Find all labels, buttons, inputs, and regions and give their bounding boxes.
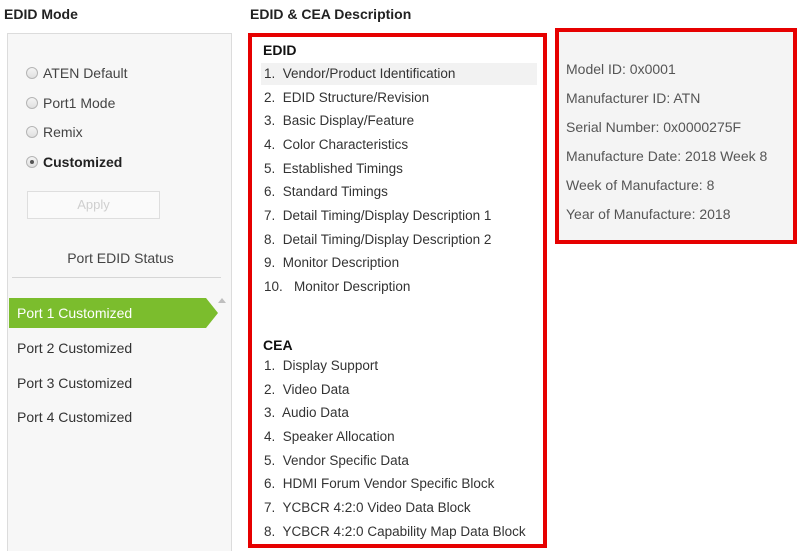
item-number: 6. — [264, 476, 276, 491]
mode-label: Customized — [43, 154, 123, 170]
radio-icon[interactable] — [26, 67, 38, 79]
item-number: 1. — [264, 66, 276, 81]
item-label: Monitor Description — [294, 279, 411, 294]
item-label: EDID Structure/Revision — [282, 90, 430, 105]
edid-item-5[interactable]: 5. Established Timings — [261, 158, 537, 180]
mode-radio-customized[interactable]: Customized — [26, 154, 122, 170]
item-label: Basic Display/Feature — [282, 113, 415, 128]
edid-group-title: EDID — [263, 42, 297, 58]
item-number: 8. — [264, 524, 276, 539]
cea-item-8[interactable]: 8. YCBCR 4:2:0 Capability Map Data Block — [261, 521, 537, 543]
cea-item-1[interactable]: 1. Display Support — [261, 355, 537, 377]
edid-item-3[interactable]: 3. Basic Display/Feature — [261, 110, 537, 132]
item-number: 9. — [264, 255, 276, 270]
edid-item-10[interactable]: 10. Monitor Description — [261, 276, 537, 298]
item-label: Detail Timing/Display Description 2 — [282, 232, 492, 247]
edid-item-7[interactable]: 7. Detail Timing/Display Description 1 — [261, 205, 537, 227]
item-number: 6. — [264, 184, 276, 199]
cea-group-title: CEA — [263, 337, 293, 353]
mode-radio-port1-mode[interactable]: Port1 Mode — [26, 95, 115, 111]
item-label: Audio Data — [282, 405, 349, 420]
mode-radio-aten-default[interactable]: ATEN Default — [26, 65, 128, 81]
week-of-manufacture-text: Week of Manufacture: 8 — [566, 177, 715, 193]
item-label: YCBCR 4:2:0 Video Data Block — [282, 500, 471, 515]
item-number: 5. — [264, 453, 276, 468]
port-edid-status-label: Port EDID Status — [67, 250, 174, 266]
edid-item-6[interactable]: 6. Standard Timings — [261, 181, 537, 203]
item-number: 8. — [264, 232, 276, 247]
manufacturer-id-text: Manufacturer ID: ATN — [566, 90, 701, 106]
port-item-3[interactable]: Port 3 Customized — [9, 368, 206, 398]
item-label: Detail Timing/Display Description 1 — [282, 208, 492, 223]
cea-item-6[interactable]: 6. HDMI Forum Vendor Specific Block — [261, 473, 537, 495]
edid-detail-panel: Model ID: 0x0001 Manufacturer ID: ATN Se… — [555, 28, 797, 244]
radio-checked-icon[interactable] — [26, 156, 38, 168]
item-label: Speaker Allocation — [282, 429, 395, 444]
item-number: 5. — [264, 161, 276, 176]
mode-label: Remix — [43, 124, 83, 140]
port-item-2[interactable]: Port 2 Customized — [9, 333, 206, 363]
cea-item-5[interactable]: 5. Vendor Specific Data — [261, 450, 537, 472]
cea-item-2[interactable]: 2. Video Data — [261, 379, 537, 401]
item-label: HDMI Forum Vendor Specific Block — [282, 476, 495, 491]
cea-item-7[interactable]: 7. YCBCR 4:2:0 Video Data Block — [261, 497, 537, 519]
radio-icon[interactable] — [26, 126, 38, 138]
item-label: Established Timings — [282, 161, 403, 176]
manufacture-date-text: Manufacture Date: 2018 Week 8 — [566, 148, 768, 164]
item-number: 4. — [264, 137, 276, 152]
edid-item-9[interactable]: 9. Monitor Description — [261, 252, 537, 274]
port-item-4[interactable]: Port 4 Customized — [9, 402, 206, 432]
mode-label: ATEN Default — [43, 65, 128, 81]
item-number: 3. — [264, 405, 276, 420]
mode-label: Port1 Mode — [43, 95, 116, 111]
item-label: Vendor Specific Data — [282, 453, 409, 468]
item-number: 7. — [264, 500, 276, 515]
apply-button[interactable]: Apply — [27, 191, 160, 219]
serial-number-text: Serial Number: 0x0000275F — [566, 119, 742, 135]
edid-item-4[interactable]: 4. Color Characteristics — [261, 134, 537, 156]
scroll-up-arrow-icon[interactable] — [218, 298, 226, 303]
item-number: 7. — [264, 208, 276, 223]
edid-mode-panel: ATEN Default Port1 Mode Remix Customized… — [7, 33, 232, 551]
item-label: Vendor/Product Identification — [282, 66, 456, 81]
edid-item-1[interactable]: 1. Vendor/Product Identification — [261, 63, 537, 85]
item-label: Video Data — [282, 382, 350, 397]
item-label: Standard Timings — [282, 184, 388, 199]
edid-cea-list-panel: EDID 1. Vendor/Product Identification 2.… — [248, 33, 547, 548]
item-number: 3. — [264, 113, 276, 128]
cea-item-3[interactable]: 3. Audio Data — [261, 402, 537, 424]
model-id-text: Model ID: 0x0001 — [566, 61, 676, 77]
edid-mode-heading: EDID Mode — [4, 6, 78, 22]
item-number: 2. — [264, 90, 276, 105]
edid-item-2[interactable]: 2. EDID Structure/Revision — [261, 87, 537, 109]
divider — [12, 277, 221, 278]
edid-item-8[interactable]: 8. Detail Timing/Display Description 2 — [261, 229, 537, 251]
edid-cea-description-heading: EDID & CEA Description — [250, 6, 412, 22]
item-label: YCBCR 4:2:0 Capability Map Data Block — [282, 524, 526, 539]
year-of-manufacture-text: Year of Manufacture: 2018 — [566, 206, 731, 222]
item-label: Monitor Description — [282, 255, 400, 270]
port-list: Port 1 Customized Port 2 Customized Port… — [8, 296, 233, 551]
mode-radio-remix[interactable]: Remix — [26, 124, 83, 140]
item-number: 10. — [264, 279, 283, 294]
item-label: Display Support — [282, 358, 379, 373]
item-number: 1. — [264, 358, 276, 373]
port-item-1[interactable]: Port 1 Customized — [9, 298, 218, 328]
item-number: 4. — [264, 429, 276, 444]
item-label: Color Characteristics — [282, 137, 409, 152]
cea-item-4[interactable]: 4. Speaker Allocation — [261, 426, 537, 448]
item-number: 2. — [264, 382, 276, 397]
radio-icon[interactable] — [26, 97, 38, 109]
